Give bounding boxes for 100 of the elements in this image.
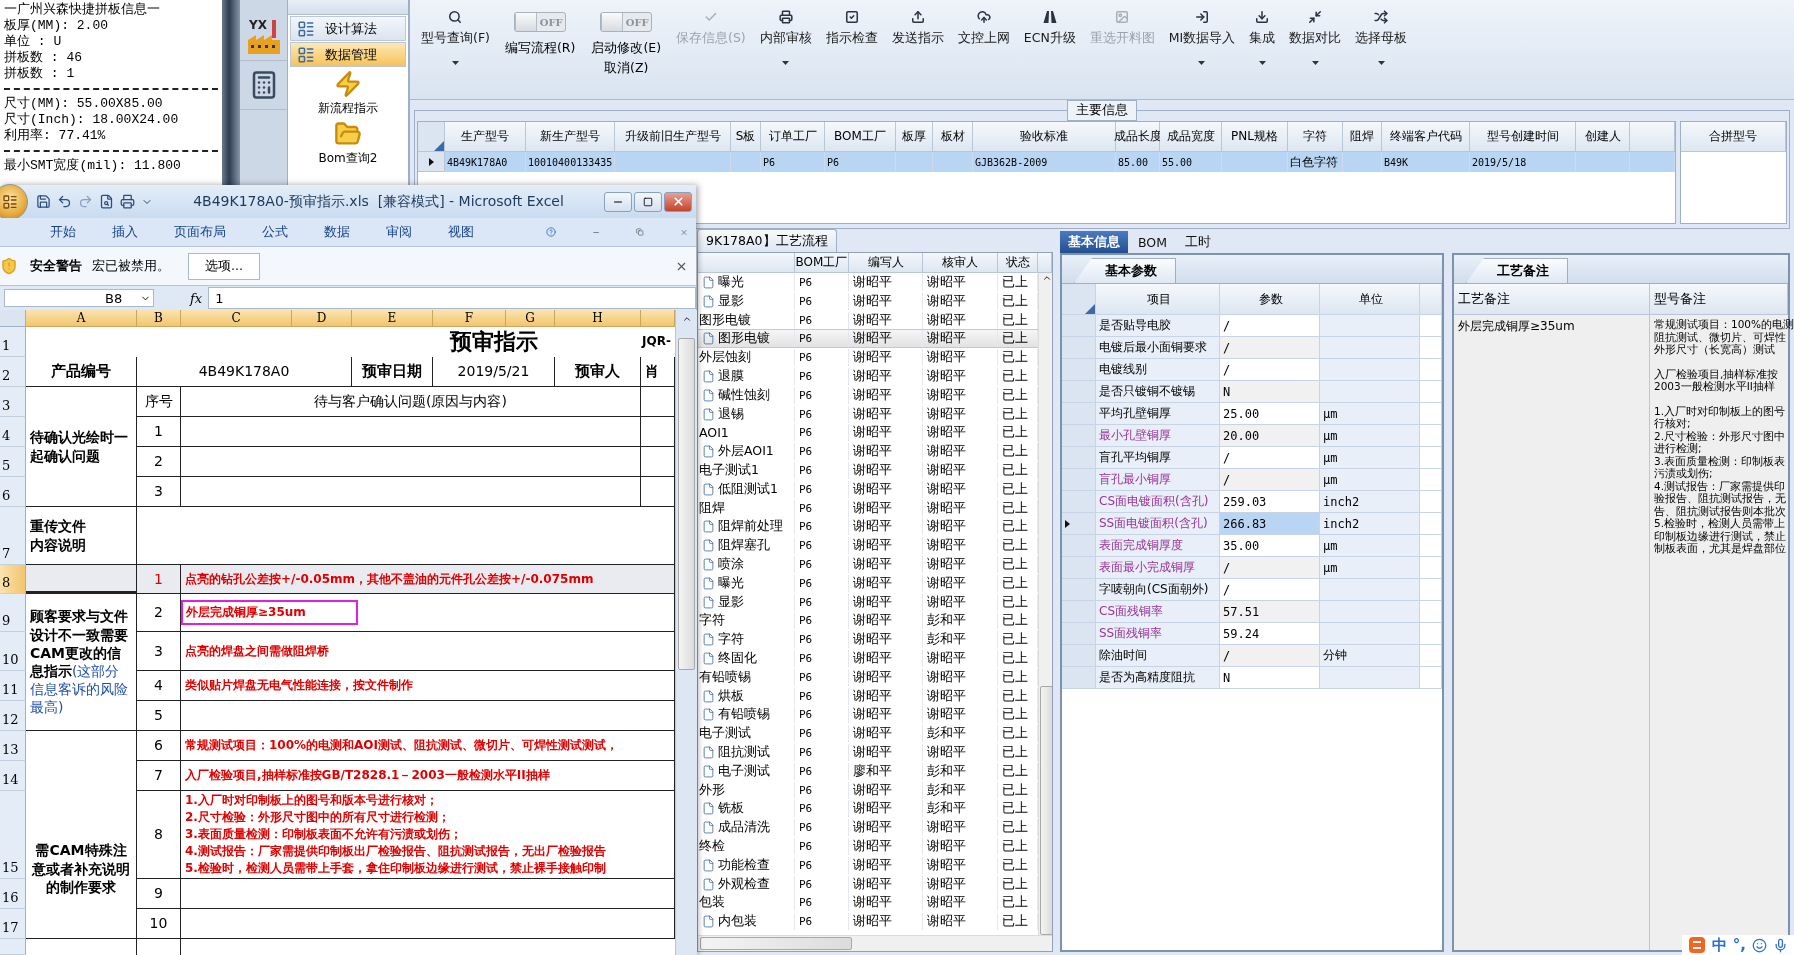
- table-row[interactable]: 4B49K178A0 10010400133435 P6 P6 GJB362B-2009 85.00 55.00 白色字符 B49K 2019/5/18: [418, 152, 1675, 172]
- row-header[interactable]: 7: [0, 507, 26, 565]
- tab[interactable]: 基本信息: [1060, 231, 1128, 253]
- scroll-thumb[interactable]: [700, 937, 852, 950]
- row-header[interactable]: 17: [0, 909, 26, 939]
- ribbon-tab[interactable]: 公式: [262, 223, 288, 241]
- tab[interactable]: 工时: [1177, 231, 1219, 253]
- panel-tab[interactable]: 9K178A0】工艺流程: [697, 229, 837, 252]
- column-header[interactable]: G: [506, 310, 555, 327]
- scrollbar[interactable]: [698, 935, 1052, 951]
- row-header[interactable]: 5: [0, 447, 26, 477]
- column-header[interactable]: E: [352, 310, 433, 327]
- row-header[interactable]: 8: [0, 565, 26, 594]
- print-preview-icon[interactable]: [99, 194, 114, 209]
- param-value[interactable]: /: [1220, 359, 1320, 381]
- toolbar-button[interactable]: 集成: [1242, 8, 1283, 67]
- column-header[interactable]: 创建人: [1576, 122, 1630, 152]
- column-header[interactable]: 核审人: [923, 253, 998, 273]
- ribbon-tab[interactable]: 开始: [50, 223, 76, 241]
- smiley-icon[interactable]: [1752, 937, 1767, 953]
- param-value[interactable]: 20.00: [1220, 425, 1320, 447]
- toolbar-button[interactable]: 选择母板: [1348, 8, 1415, 67]
- ribbon-tab[interactable]: 数据: [324, 223, 350, 241]
- office-button[interactable]: [0, 183, 28, 220]
- param-value[interactable]: 259.03: [1220, 491, 1320, 513]
- param-value[interactable]: /: [1220, 447, 1320, 469]
- param-value[interactable]: 59.24: [1220, 623, 1320, 645]
- scroll-up-icon[interactable]: [681, 314, 692, 324]
- column-header[interactable]: H: [555, 310, 641, 327]
- panel-tab[interactable]: 基本参数: [1074, 258, 1176, 283]
- formula-field[interactable]: 1: [208, 287, 696, 309]
- row-header[interactable]: 15: [0, 791, 26, 879]
- param-value[interactable]: /: [1220, 557, 1320, 579]
- row-header[interactable]: 14: [0, 761, 26, 791]
- column-header[interactable]: D: [292, 310, 352, 327]
- column-header[interactable]: 板材: [933, 122, 973, 152]
- column-header[interactable]: BOM工厂: [795, 253, 849, 273]
- row-header[interactable]: [418, 152, 445, 172]
- ribbon-tab[interactable]: 视图: [448, 223, 474, 241]
- ribbon-tab[interactable]: 页面布局: [174, 223, 226, 241]
- column-header[interactable]: BOM工厂: [825, 122, 896, 152]
- splitter-bar[interactable]: [222, 0, 240, 185]
- scroll-thumb[interactable]: [1040, 686, 1052, 935]
- process-row[interactable]: 电子测试 P6 谢昭平 彭和平 已上: [698, 724, 1038, 743]
- toolbar-button[interactable]: 内部审核: [752, 8, 819, 67]
- column-header[interactable]: 型号备注: [1650, 284, 1788, 315]
- scrollbar[interactable]: [1038, 273, 1052, 935]
- action-label[interactable]: Bom查询2: [318, 150, 378, 167]
- param-value[interactable]: /: [1220, 645, 1320, 667]
- row-header[interactable]: 13: [0, 731, 26, 761]
- row-header[interactable]: 1: [0, 327, 26, 357]
- process-row[interactable]: 外层蚀刻 P6 谢昭平 谢昭平 已上: [698, 348, 1038, 367]
- scroll-up-icon[interactable]: [1041, 273, 1052, 283]
- menu-item[interactable]: 设计算法: [290, 16, 406, 41]
- column-header[interactable]: 成品长度: [1116, 122, 1160, 152]
- minimize-button[interactable]: [604, 191, 632, 212]
- row-header[interactable]: 2: [0, 357, 26, 387]
- name-box[interactable]: B8: [4, 289, 154, 307]
- column-header[interactable]: 新生产型号: [526, 122, 615, 152]
- param-value[interactable]: 57.51: [1220, 601, 1320, 623]
- menu-item[interactable]: 数据管理: [290, 42, 406, 67]
- param-value[interactable]: 266.83: [1220, 513, 1320, 535]
- scroll-thumb[interactable]: [678, 338, 695, 670]
- column-header[interactable]: PNL规格: [1222, 122, 1288, 152]
- column-header[interactable]: 生产型号: [445, 122, 526, 152]
- column-header[interactable]: 型号创建时间: [1470, 122, 1576, 152]
- row-header[interactable]: 10: [0, 632, 26, 671]
- column-header[interactable]: 合拼型号: [1681, 122, 1786, 152]
- toolbar-button[interactable]: ECN升级: [1016, 8, 1083, 49]
- column-header[interactable]: B: [137, 310, 181, 327]
- process-row[interactable]: 包装 P6 谢昭平 谢昭平 已上: [698, 893, 1038, 913]
- toolbar-button[interactable]: MI数据导入: [1161, 8, 1243, 67]
- column-header[interactable]: 参数: [1220, 284, 1320, 315]
- row-header[interactable]: 3: [0, 387, 26, 417]
- column-header[interactable]: 板厚: [896, 122, 933, 152]
- column-header[interactable]: 字符: [1288, 122, 1343, 152]
- toolbar-button[interactable]: 文控上网: [950, 8, 1017, 49]
- column-header[interactable]: 升级前旧生产型号: [615, 122, 731, 152]
- column-header[interactable]: 项目: [1096, 284, 1220, 315]
- lightning-icon[interactable]: [334, 70, 362, 98]
- row-header[interactable]: 12: [0, 701, 26, 731]
- tab[interactable]: BOM: [1130, 231, 1175, 253]
- param-value[interactable]: /: [1220, 315, 1320, 337]
- column-header[interactable]: S板: [731, 122, 761, 152]
- column-header[interactable]: 订单工厂: [761, 122, 825, 152]
- column-header[interactable]: A: [26, 310, 137, 327]
- process-row[interactable]: 字符 P6 谢昭平 彭和平 已上: [698, 611, 1038, 631]
- maximize-button[interactable]: [634, 191, 662, 212]
- param-value[interactable]: /: [1220, 579, 1320, 601]
- action-label[interactable]: 新流程指示: [318, 100, 378, 117]
- param-value[interactable]: /: [1220, 337, 1320, 359]
- param-value[interactable]: /: [1220, 469, 1320, 491]
- column-header[interactable]: 阻焊: [1343, 122, 1382, 152]
- row-header[interactable]: [1062, 513, 1096, 535]
- panel-tab[interactable]: 工艺备注: [1466, 258, 1568, 283]
- toolbar-button[interactable]: 指示检查: [818, 8, 885, 49]
- process-row[interactable]: 图形电镀 P6 谢昭平 谢昭平 已上: [698, 329, 1038, 349]
- column-header[interactable]: 终端客户代码: [1382, 122, 1470, 152]
- row-header[interactable]: 6: [0, 477, 26, 507]
- param-value[interactable]: 35.00: [1220, 535, 1320, 557]
